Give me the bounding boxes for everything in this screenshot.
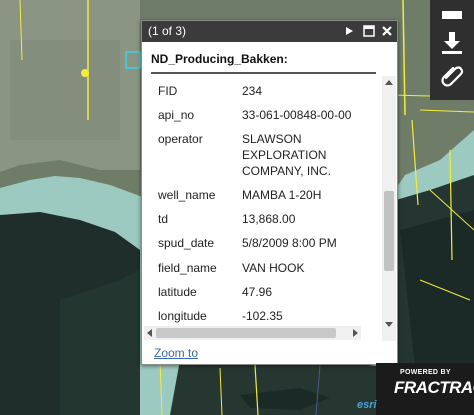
toolbar-top-button[interactable] bbox=[430, 0, 474, 30]
attach-button[interactable] bbox=[430, 62, 474, 92]
attr-value: -102.35 bbox=[242, 309, 283, 323]
attr-value: VAN HOOK bbox=[242, 261, 305, 275]
attr-value: 13,868.00 bbox=[242, 212, 296, 226]
attr-value: 33-061-00848-00-00 bbox=[242, 108, 352, 122]
attr-name: longitude bbox=[158, 309, 207, 323]
map-toolbar bbox=[430, 0, 474, 100]
attr-value: MAMBA 1-20H bbox=[242, 188, 322, 202]
maximize-icon bbox=[363, 25, 375, 37]
close-button[interactable] bbox=[380, 24, 394, 38]
attr-name: api_no bbox=[158, 108, 195, 122]
attr-name: td bbox=[158, 212, 169, 226]
maximize-button[interactable] bbox=[362, 24, 376, 38]
attr-name: latitude bbox=[158, 285, 197, 299]
attr-value: SLAWSON EXPLORATION COMPANY, INC. bbox=[242, 132, 331, 178]
popup-header: (1 of 3) bbox=[142, 21, 397, 42]
popup-counter: (1 of 3) bbox=[148, 24, 187, 38]
download-icon bbox=[439, 30, 465, 61]
powered-by-label: POWERED BY bbox=[400, 369, 451, 376]
attr-value: 234 bbox=[242, 84, 263, 98]
feature-popup: (1 of 3) ND_Producing_Bakken: FID 234 ap… bbox=[141, 20, 398, 365]
powered-by-badge[interactable]: POWERED BY FRACTRACK bbox=[376, 363, 474, 415]
zoom-to-link[interactable]: Zoom to bbox=[154, 346, 198, 360]
play-icon bbox=[346, 27, 353, 35]
download-button[interactable] bbox=[430, 30, 474, 60]
fractrack-logo: FRACTRACK bbox=[394, 378, 474, 397]
close-icon bbox=[382, 26, 392, 36]
attr-name: FID bbox=[158, 84, 178, 98]
horizontal-scrollbar[interactable] bbox=[144, 326, 361, 340]
popup-layer-title: ND_Producing_Bakken: bbox=[151, 52, 288, 66]
esri-credit: esri bbox=[357, 399, 377, 411]
attr-value: 5/8/2009 8:00 PM bbox=[242, 236, 337, 250]
paperclip-icon bbox=[439, 62, 465, 93]
attr-value: 47.96 bbox=[242, 285, 273, 299]
attr-name: field_name bbox=[158, 261, 217, 275]
next-feature-button[interactable] bbox=[342, 24, 356, 38]
vertical-scrollbar[interactable] bbox=[382, 76, 396, 341]
attr-name: well_name bbox=[158, 188, 216, 202]
attr-name: operator bbox=[158, 132, 203, 146]
attr-name: spud_date bbox=[158, 236, 215, 250]
title-divider bbox=[151, 72, 376, 74]
